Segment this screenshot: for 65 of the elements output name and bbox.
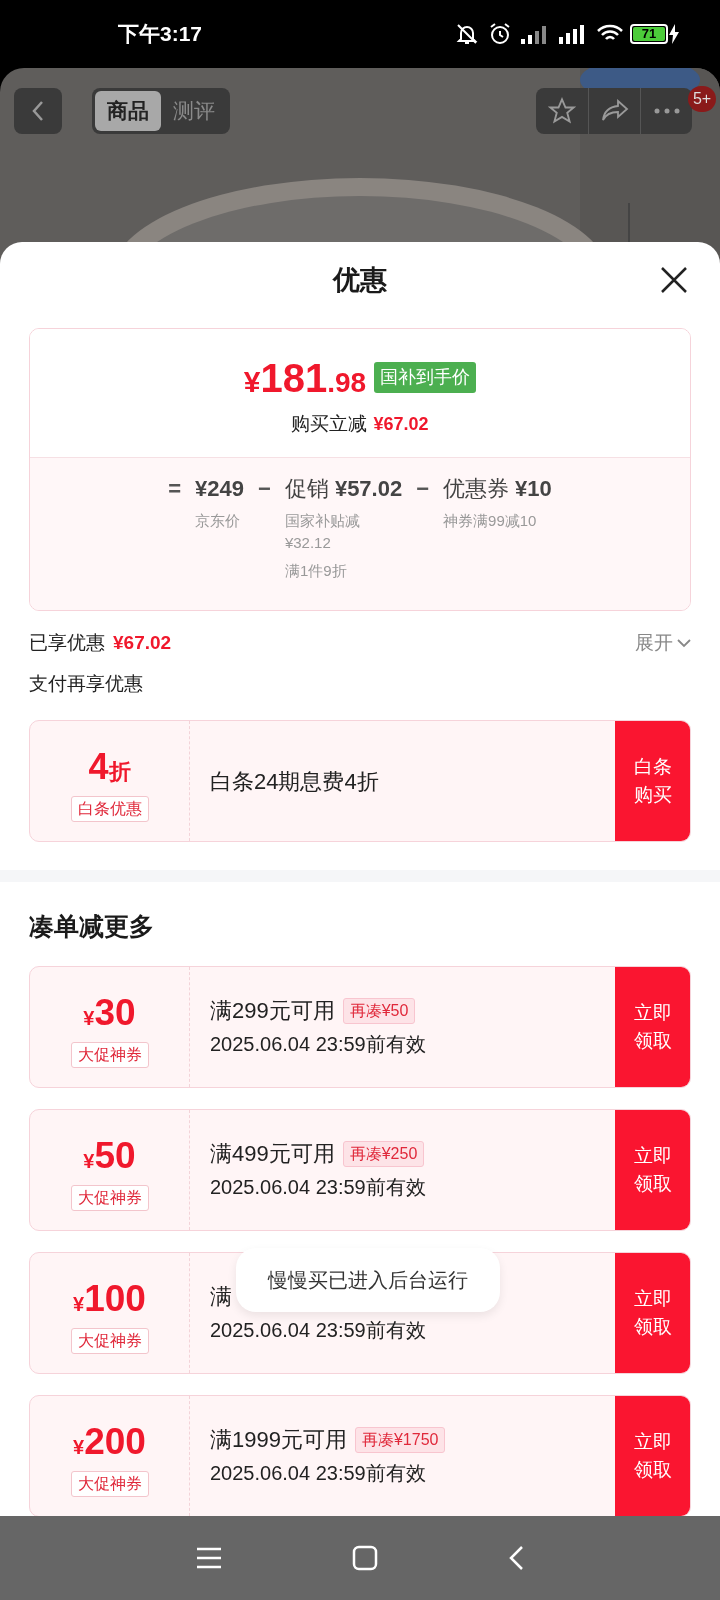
coupon-condition: 满1999元可用 bbox=[210, 1426, 347, 1454]
coupon-tag: 大促神券 bbox=[70, 1471, 149, 1498]
claim-button[interactable]: 白条购买 bbox=[615, 721, 690, 841]
alarm-icon bbox=[488, 22, 512, 46]
close-icon bbox=[660, 266, 688, 294]
operator-sign: − bbox=[258, 475, 271, 503]
tab[interactable]: 测评 bbox=[161, 91, 227, 131]
coupon-validity: 2025.06.04 23:59前有效 bbox=[210, 1318, 427, 1343]
top-up-tag: 再凑¥50 bbox=[342, 997, 416, 1024]
coupon-condition: 满299元可用 bbox=[210, 997, 335, 1025]
coupon-amount: ¥50 bbox=[83, 1133, 136, 1178]
coupon-validity: 2025.06.04 23:59前有效 bbox=[210, 1461, 427, 1486]
claim-button[interactable]: 立即领取 bbox=[615, 1252, 690, 1373]
coupon-amount: ¥30 bbox=[83, 990, 136, 1035]
breakdown-note: 京东价 bbox=[195, 511, 242, 531]
top-up-tag: 再凑¥250 bbox=[342, 1140, 425, 1167]
breakdown-value: ¥10 bbox=[515, 475, 552, 503]
breakdown-label: 优惠券 bbox=[443, 475, 510, 503]
breakdown-value: ¥249 bbox=[195, 475, 245, 503]
coupon-tag: 大促神券 bbox=[70, 1328, 149, 1355]
top-up-tag: 再凑¥1750 bbox=[354, 1426, 446, 1453]
coupon-tag: 大促神券 bbox=[70, 1042, 149, 1069]
sheet-title: 优惠 bbox=[333, 263, 387, 297]
back-button[interactable] bbox=[14, 88, 62, 134]
breakdown-note: 满1件9折 bbox=[284, 561, 348, 581]
breakdown-note: 国家补贴减¥32.12 bbox=[284, 511, 361, 553]
claim-button[interactable]: 立即领取 bbox=[615, 1109, 690, 1230]
coupon-validity: 2025.06.04 23:59前有效 bbox=[210, 1175, 427, 1200]
star-icon bbox=[548, 97, 576, 125]
coupon-tag: 大促神券 bbox=[70, 1185, 149, 1212]
breakdown-label: 促销 bbox=[284, 475, 329, 503]
coupon-condition: 满499元可用 bbox=[210, 1140, 335, 1168]
offer-description: 白条24期息费4折 bbox=[210, 767, 380, 796]
chevron-down-icon bbox=[677, 638, 691, 648]
claim-button[interactable]: 立即领取 bbox=[615, 966, 690, 1087]
battery-level: 71 bbox=[633, 27, 665, 41]
muted-bell-icon bbox=[454, 22, 480, 46]
back-icon[interactable] bbox=[508, 1545, 524, 1571]
enjoyed-amount: ¥67.02 bbox=[113, 631, 172, 655]
breakdown-note: 神券满99减10 bbox=[443, 511, 538, 531]
status-time: 下午3:17 bbox=[118, 21, 203, 48]
discount-value: 4折 bbox=[88, 745, 131, 789]
saving-label: 购买立减 bbox=[291, 411, 368, 436]
toast-message: 慢慢买已进入后台运行 bbox=[236, 1248, 500, 1312]
more-icon bbox=[653, 108, 680, 114]
operator-sign: = bbox=[168, 475, 182, 503]
menu-icon[interactable] bbox=[196, 1547, 222, 1569]
home-icon[interactable] bbox=[352, 1545, 378, 1571]
back-icon bbox=[31, 100, 45, 122]
expand-button[interactable]: 展开 bbox=[635, 629, 691, 658]
claim-button[interactable]: 立即领取 bbox=[615, 1395, 690, 1516]
coupon-amount: ¥200 bbox=[73, 1419, 146, 1464]
price-tag: 国补到手价 bbox=[374, 362, 477, 394]
section-title: 支付再享优惠 bbox=[29, 671, 144, 696]
breakdown-value: ¥57.02 bbox=[334, 475, 403, 503]
offer-tag: 白条优惠 bbox=[70, 796, 149, 822]
operator-sign: − bbox=[416, 475, 430, 503]
coupon-validity: 2025.06.04 23:59前有效 bbox=[210, 1032, 427, 1057]
enjoyed-label: 已享优惠 bbox=[29, 631, 105, 655]
coupon-amount: ¥100 bbox=[73, 1276, 146, 1321]
coupon-condition: 满 bbox=[210, 1283, 232, 1311]
section-title: 凑单减更多 bbox=[29, 911, 155, 942]
saving-amount: ¥67.02 bbox=[373, 412, 429, 436]
tab[interactable]: 商品 bbox=[95, 91, 161, 131]
final-price: ¥181.98 bbox=[243, 354, 367, 402]
